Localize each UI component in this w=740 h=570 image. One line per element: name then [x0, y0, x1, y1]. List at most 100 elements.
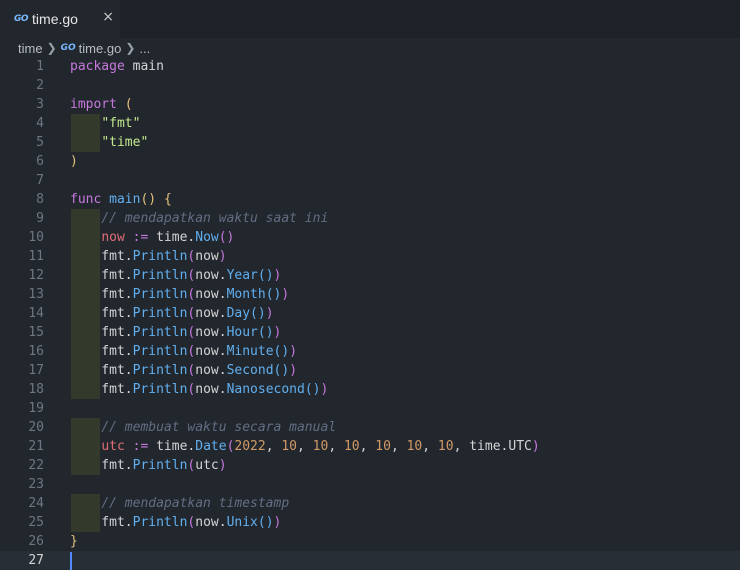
code-line[interactable]: 21 utc := time.Date(2022, 10, 10, 10, 10… [0, 437, 740, 456]
code-token: fmt. [70, 382, 133, 397]
breadcrumb-more[interactable]: ... [139, 41, 150, 56]
code-token: fmt. [70, 363, 133, 378]
code-line[interactable]: 19 [0, 399, 740, 418]
code-text: "time" [70, 133, 148, 152]
code-text: import ( [70, 95, 133, 114]
code-line[interactable]: 2 [0, 76, 740, 95]
code-text: ) [70, 152, 78, 171]
code-line[interactable]: 15 fmt.Println(now.Hour()) [0, 323, 740, 342]
code-token: Println [132, 382, 188, 397]
code-line[interactable]: 8 func main() { [0, 190, 740, 209]
code-token: () [250, 306, 266, 321]
code-token: Println [132, 515, 188, 530]
code-line[interactable]: 4 "fmt" [0, 114, 740, 133]
code-token: ) [273, 268, 282, 283]
close-icon[interactable]: × [102, 9, 114, 25]
code-line[interactable]: 10 now := time.Now() [0, 228, 740, 247]
code-token: Year [226, 268, 258, 283]
code-token: , [328, 439, 344, 454]
tab-time-go[interactable]: GO time.go × [0, 0, 120, 38]
line-number: 4 [36, 116, 44, 131]
code-token: Unix [226, 515, 258, 530]
code-token: () [257, 268, 274, 283]
code-token: now [101, 230, 125, 245]
code-line[interactable]: 6) [0, 152, 740, 171]
code-line[interactable]: 14 fmt.Println(now.Day()) [0, 304, 740, 323]
code-line[interactable]: 18 fmt.Println(now.Nanosecond()) [0, 380, 740, 399]
breadcrumb-file[interactable]: time.go [79, 41, 122, 56]
chevron-right-icon: ❯ [125, 41, 136, 55]
code-line[interactable]: 5 "time" [0, 133, 740, 152]
line-number: 19 [28, 401, 44, 416]
code-token: Second [226, 363, 274, 378]
code-token: := [132, 439, 149, 454]
code-token: 10 [406, 439, 423, 454]
code-token: () [218, 230, 235, 245]
code-token: func [70, 192, 102, 207]
code-text: fmt.Println(now.Month()) [70, 285, 289, 304]
code-token: 10 [375, 439, 391, 454]
code-token: Println [132, 268, 188, 283]
code-token: ) [289, 344, 298, 359]
code-token: fmt. [70, 325, 133, 340]
code-token: , [390, 439, 407, 454]
code-token: , [422, 439, 438, 454]
code-token: , time.UTC [453, 439, 532, 454]
code-token: Hour [226, 325, 258, 340]
code-line[interactable]: 27 [0, 551, 740, 570]
code-token: Println [132, 249, 188, 264]
code-line[interactable]: 12 fmt.Println(now.Year()) [0, 266, 740, 285]
line-number: 17 [28, 363, 44, 378]
line-number: 14 [28, 306, 44, 321]
line-number: 9 [36, 211, 44, 226]
code-line[interactable]: 11 fmt.Println(now) [0, 247, 740, 266]
code-token: Now [195, 230, 219, 245]
code-text: // mendapatkan waktu saat ini [70, 209, 328, 228]
line-number: 18 [28, 382, 44, 397]
code-token: 10 [437, 439, 454, 454]
code-token: , [297, 439, 313, 454]
code-token: () [265, 287, 282, 302]
code-token: fmt. [70, 287, 133, 302]
code-text: package main [70, 57, 164, 76]
code-line[interactable]: 25 fmt.Println(now.Unix()) [0, 513, 740, 532]
code-line[interactable]: 17 fmt.Println(now.Second()) [0, 361, 740, 380]
line-number: 2 [36, 78, 44, 93]
code-line[interactable]: 9 // mendapatkan waktu saat ini [0, 209, 740, 228]
code-line[interactable]: 24 // mendapatkan timestamp [0, 494, 740, 513]
code-line[interactable]: 1 package main [0, 57, 740, 76]
code-editor[interactable]: 1 package main 2 3 import (4 "fmt" 5 "time" 6)… [0, 57, 740, 570]
tab-label: time.go [32, 11, 78, 27]
code-token: Day [226, 306, 251, 321]
code-line[interactable]: 13 fmt.Println(now.Month()) [0, 285, 740, 304]
code-text: func main() { [70, 190, 172, 209]
code-token: utc [195, 458, 219, 473]
code-line[interactable]: 16 fmt.Println(now.Minute()) [0, 342, 740, 361]
line-number: 5 [36, 135, 44, 150]
code-token: } [70, 534, 78, 549]
code-line[interactable]: 20 // membuat waktu secara manual [0, 418, 740, 437]
code-token: ) [320, 382, 329, 397]
line-number: 24 [28, 496, 44, 511]
code-token: Println [132, 344, 188, 359]
code-token: () [140, 192, 157, 207]
code-token: () [273, 344, 290, 359]
code-line[interactable]: 22 fmt.Println(utc) [0, 456, 740, 475]
line-number: 12 [28, 268, 44, 283]
code-line[interactable]: 7 [0, 171, 740, 190]
code-token: now. [195, 515, 227, 530]
code-text: fmt.Println(now.Second()) [70, 361, 297, 380]
breadcrumb-folder[interactable]: time [18, 41, 43, 56]
code-token: () [257, 325, 274, 340]
code-token: Minute [226, 344, 274, 359]
code-line[interactable]: 3 import ( [0, 95, 740, 114]
code-token: ) [289, 363, 298, 378]
code-token: Println [132, 363, 188, 378]
code-line[interactable]: 23 [0, 475, 740, 494]
code-line[interactable]: 26} [0, 532, 740, 551]
line-number: 16 [28, 344, 44, 359]
line-number: 8 [36, 192, 44, 207]
